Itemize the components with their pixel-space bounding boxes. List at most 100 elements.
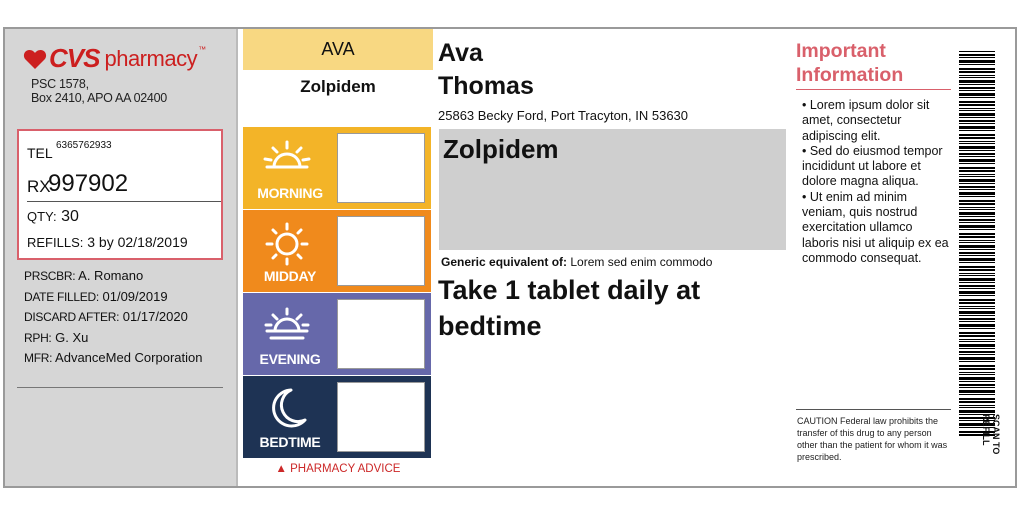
barcode-bar [959,407,995,408]
barcode-bar [959,176,995,177]
barcode-bar [959,394,995,395]
fill-details: PRSCBR: A. Romano DATE FILLED: 01/09/201… [24,266,202,369]
barcode-bar [959,344,995,347]
barcode-bar [959,405,995,406]
barcode-bar [959,179,995,182]
barcode-bar [959,348,995,349]
barcode-bar [959,252,995,254]
barcode-bar [959,273,995,274]
barcode-bar [959,308,995,309]
address-line: PSC 1578, [31,77,89,91]
barcode-bar [959,212,995,215]
barcode-bar [959,410,995,413]
barcode-bar [959,357,995,360]
barcode-bar [959,87,995,89]
barcode-bar [959,153,995,155]
barcode-bar [959,156,995,157]
barcode-bar [959,196,995,197]
detail-row: DATE FILLED: 01/09/2019 [24,287,202,308]
barcode-bar [959,170,995,172]
generic-label: Generic equivalent of: [441,255,568,269]
barcode-bar [959,117,995,118]
barcode-bar [959,146,995,149]
barcode-bar [959,302,995,304]
barcode-bar [959,54,995,56]
barcode-bar [959,104,995,106]
patient-name-tab: AVA [243,29,433,70]
barcode-bar [959,341,995,342]
barcode-bar [959,77,995,78]
schedule-slot-bedtime: BEDTIME [243,376,431,458]
barcode-bar [959,186,995,188]
patient-address: 25863 Becky Ford, Port Tracyton, IN 5363… [438,108,689,123]
barcode-bar [959,159,995,162]
barcode-bar [959,113,995,116]
barcode-bar [959,143,995,144]
barcode-bar [959,374,995,375]
barcode-bar [959,321,995,322]
barcode-bar [959,351,995,353]
barcode-bar [959,110,995,111]
barcode-bar [959,90,995,91]
slot-label: MIDDAY [263,268,317,284]
barcode-bar [959,258,995,261]
barcode-bar [959,75,995,76]
address-line: Box 2410, APO AA 02400 [31,91,167,105]
detail-label: DISCARD AFTER: [24,310,120,324]
moon-icon [272,388,307,428]
caution-notice: CAUTION Federal law prohibits the transf… [797,416,948,462]
barcode-bar [959,174,995,175]
brand-name: CVS [49,43,100,73]
barcode-bar [959,192,995,195]
barcode-bar [959,120,995,122]
barcode-bar [959,222,995,223]
heart-icon [23,49,47,69]
barcode-bar [959,315,995,316]
info-bullet: • Lorem ipsum dolor sit amet, consectetu… [802,98,930,143]
detail-value: A. Romano [78,268,144,283]
detail-value: AdvanceMed Corporation [55,350,203,365]
info-bullet: • Ut enim ad minim veniam, quis nostrud … [802,189,949,265]
barcode-bar [959,365,995,367]
barcode-bar [959,84,995,85]
detail-value: 01/17/2020 [122,309,188,324]
barcode-bar [959,216,995,217]
barcode-bar [959,266,995,268]
barcode-bar [959,123,995,124]
patient-first-name: Ava [438,39,483,67]
slot-label: EVENING [259,351,321,367]
detail-row: PRSCBR: A. Romano [24,266,202,287]
detail-row: DISCARD AFTER: 01/17/2020 [24,307,202,328]
slot-label: MORNING [257,185,323,201]
title-line: Important [796,40,886,62]
barcode-bar [959,167,995,169]
barcode-bar [959,71,995,73]
barcode-bar [959,318,995,320]
schedule-slot-morning: MORNING [243,127,431,209]
barcode-bar [959,219,995,221]
sun-icon [263,140,311,169]
pharmacy-panel: CVS pharmacy ™ PSC 1578, Box 2410, APO A… [5,29,238,486]
barcode-bar [959,401,995,403]
barcode-bar [959,368,995,370]
barcode-bar [959,97,995,98]
detail-row: MFR: AdvanceMed Corporation [24,348,202,369]
rx-info-box: TEL 6365762933 RX 997902 QTY: 30 REFILLS… [17,129,223,260]
rx-number: 997902 [48,170,129,197]
detail-label: RPH: [24,330,52,345]
barcode-bar [959,207,995,208]
divider [796,89,951,90]
barcode-bar [959,93,995,96]
slot-label: BEDTIME [259,434,321,450]
barcode-bar [959,387,995,388]
barcode-bar [959,377,995,380]
barcode-bar [959,242,995,243]
barcode-bar [959,328,995,329]
qty-value: 30 [61,208,79,225]
important-info-title: Important Information [796,39,903,87]
checkoff-box [337,382,425,452]
brand-suffix: pharmacy [104,45,198,71]
barcode [959,51,995,436]
prescription-label: CVS pharmacy ™ PSC 1578, Box 2410, APO A… [3,27,1017,488]
generic-equivalent: Generic equivalent of: Lorem sed enim co… [441,255,712,269]
